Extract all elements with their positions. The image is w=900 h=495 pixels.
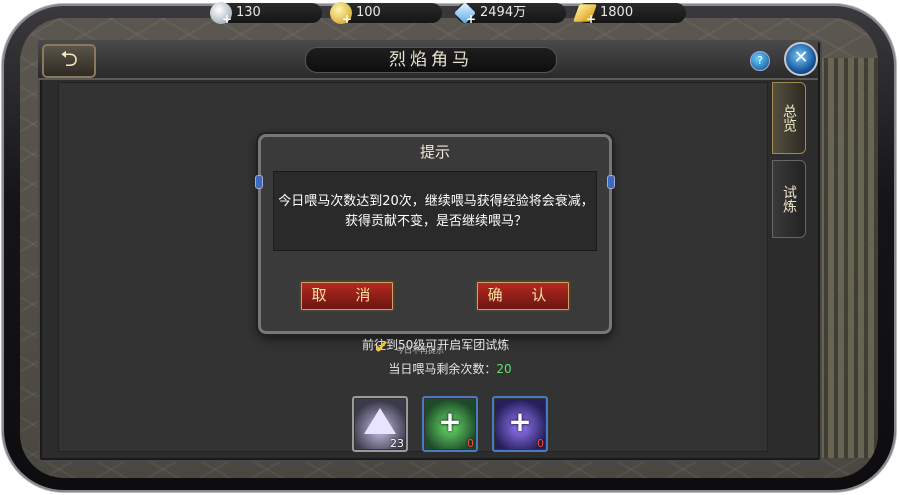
dont-show-checkbox[interactable]: ✔: [374, 337, 394, 358]
remaining-value: 20: [496, 362, 512, 376]
remaining-feeds: 当日喂马剩余次数：20: [0, 360, 900, 377]
checkmark-icon: ✔: [374, 337, 390, 358]
currency-value: 100: [356, 5, 381, 20]
currency-gold[interactable]: + 100: [330, 2, 442, 26]
confirm-button[interactable]: 确 认: [475, 280, 571, 312]
currency-ingot[interactable]: + 1800: [572, 3, 686, 26]
item-count: 23: [390, 437, 404, 450]
currency-bar: + 130 + 100 + 2494万 + 1800: [0, 0, 900, 26]
dont-show-label: 今日不再提示: [396, 346, 444, 355]
plus-icon: +: [342, 12, 353, 26]
currency-value: 1800: [600, 5, 634, 20]
add-icon: +: [508, 405, 532, 438]
dialog-pin: [255, 175, 263, 189]
remaining-label: 当日喂马剩余次数：: [388, 362, 497, 376]
dialog-message: 今日喂马次数达到20次，继续喂马获得经验将会衰减，获得贡献不变，是否继续喂马？: [278, 194, 594, 229]
item-slot-green-feed[interactable]: + 0: [422, 396, 478, 452]
currency-silver[interactable]: + 130: [210, 2, 322, 26]
cancel-button[interactable]: 取 消: [299, 280, 395, 312]
tab-trial[interactable]: 试炼: [772, 160, 806, 238]
plus-icon: +: [466, 12, 477, 26]
dialog-title: 提示: [419, 143, 450, 161]
close-icon: ✕: [793, 47, 809, 68]
item-count: 0: [467, 437, 474, 450]
currency-value: 130: [236, 5, 261, 20]
back-button[interactable]: ⮌: [42, 44, 96, 78]
crystal-icon: [364, 408, 396, 434]
item-slot-purple-feed[interactable]: + 0: [492, 396, 548, 452]
close-button[interactable]: ✕: [784, 42, 818, 76]
page-title: 烈焰角马: [305, 47, 557, 73]
confirm-dialog: 提示 今日喂马次数达到20次，继续喂马获得经验将会衰减，获得贡献不变，是否继续喂…: [255, 134, 615, 334]
currency-value: 2494万: [480, 5, 527, 20]
add-icon: +: [438, 405, 462, 438]
currency-diamond[interactable]: + 2494万: [454, 2, 566, 26]
plus-icon: +: [586, 12, 597, 26]
help-icon: ?: [757, 54, 763, 67]
item-slot-crystal[interactable]: 23: [352, 396, 408, 452]
back-arrow-icon: ⮌: [60, 47, 78, 72]
item-count: 0: [537, 437, 544, 450]
dialog-body: 今日喂马次数达到20次，继续喂马获得经验将会衰减，获得贡献不变，是否继续喂马？: [273, 171, 597, 251]
plus-icon: +: [222, 12, 233, 26]
dialog-pin: [607, 175, 615, 189]
tab-overview[interactable]: 总览: [772, 82, 806, 154]
help-button[interactable]: ?: [750, 51, 770, 71]
